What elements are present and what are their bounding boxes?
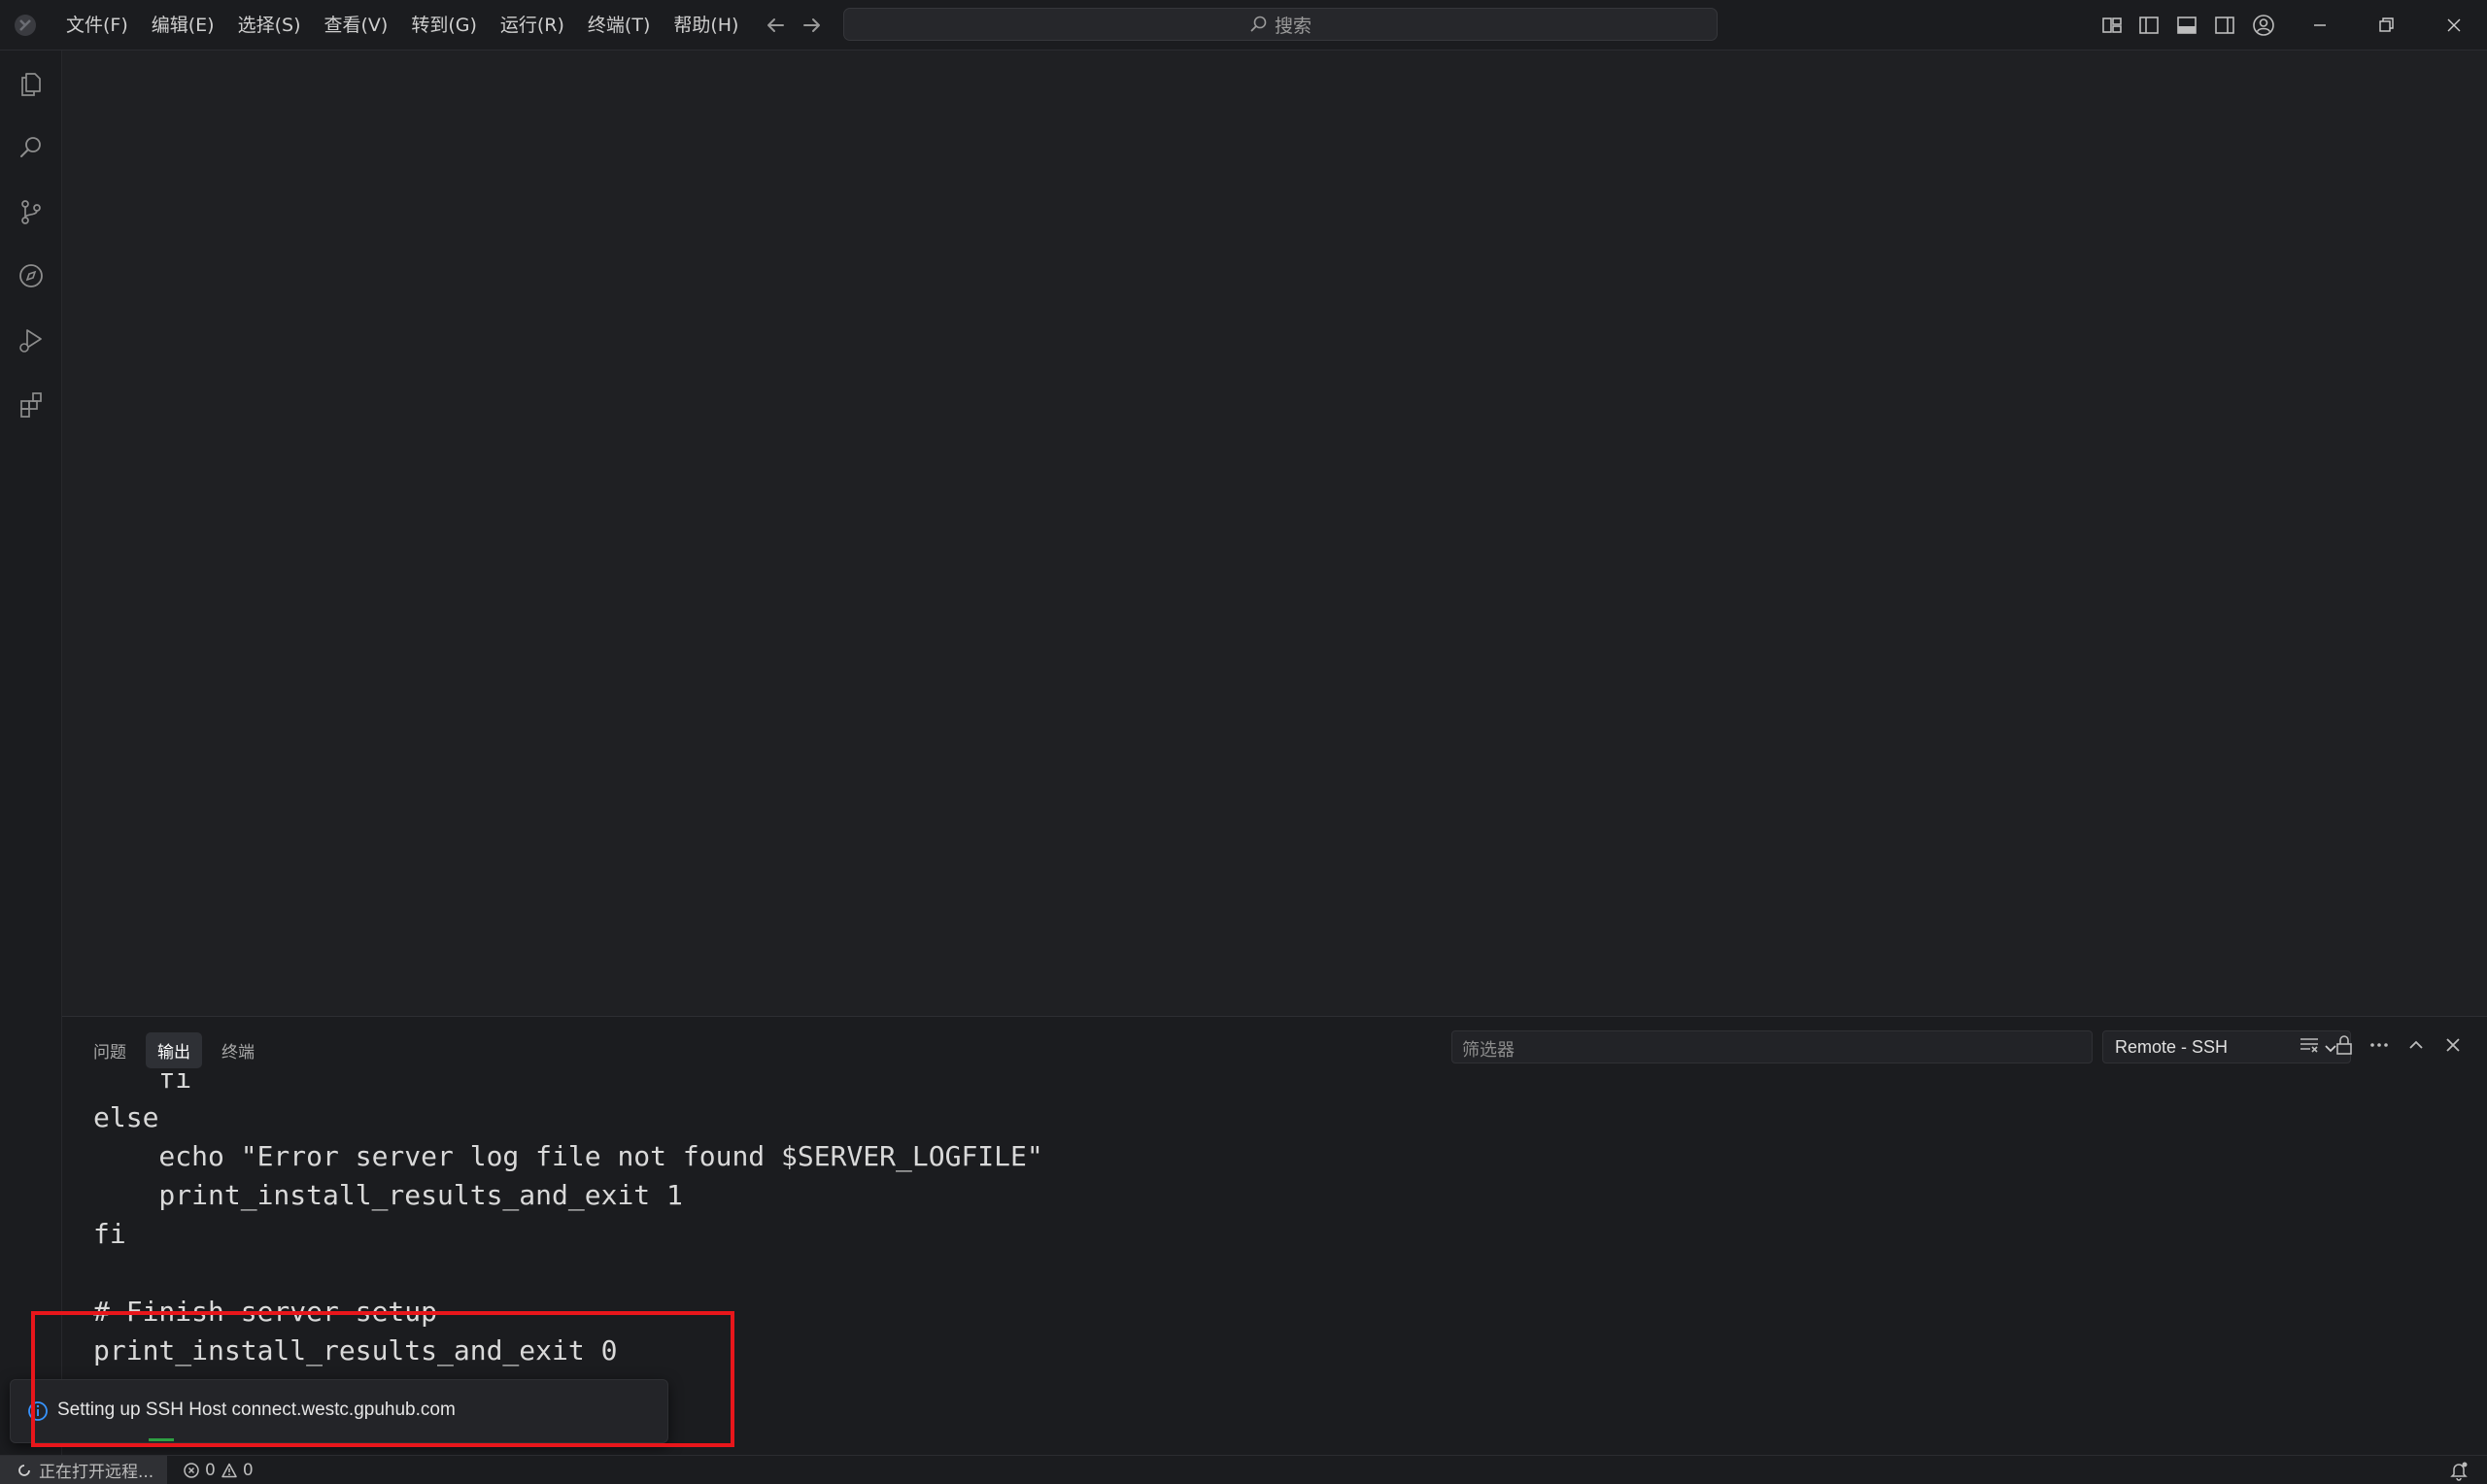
menu-edit[interactable]: 编辑(E) <box>140 0 226 51</box>
extensions-icon[interactable] <box>16 388 47 420</box>
output-line: print_install_results_and_exit 0 <box>93 1334 618 1366</box>
tab-terminal[interactable]: 终端 <box>210 1032 266 1068</box>
tab-output[interactable]: 输出 <box>146 1032 202 1068</box>
run-debug-icon[interactable] <box>16 324 47 355</box>
menu-run[interactable]: 运行(R) <box>489 0 576 51</box>
notifications-bell-icon[interactable] <box>2448 1460 2470 1481</box>
account-icon[interactable] <box>2250 12 2277 39</box>
menu-go[interactable]: 转到(G) <box>399 0 489 51</box>
menu-file[interactable]: 文件(F) <box>54 0 140 51</box>
output-line: echo "Error server log file not found $S… <box>93 1140 1043 1172</box>
menu-terminal[interactable]: 终端(T) <box>576 0 662 51</box>
search-placeholder: 搜索 <box>1274 15 1312 37</box>
loading-spinner-icon <box>18 1464 30 1476</box>
output-line: # Finish server setup <box>93 1296 438 1328</box>
restore-icon[interactable] <box>2370 10 2402 41</box>
output-line: print_install_results_and_exit 1 <box>93 1179 683 1211</box>
minimize-icon[interactable] <box>2304 10 2335 41</box>
app-logo-icon <box>15 15 36 36</box>
notification-message: Setting up SSH Host connect.westc.gpuhub… <box>57 1400 456 1420</box>
clear-output-icon[interactable] <box>2297 1032 2322 1058</box>
search-view-icon[interactable] <box>16 132 47 163</box>
output-channel-value: Remote - SSH <box>2115 1037 2229 1057</box>
remote-status-label: 正在打开远程... <box>39 1463 154 1482</box>
command-center-search[interactable]: 搜索 <box>843 8 1718 41</box>
menu-help[interactable]: 帮助(H) <box>662 0 750 51</box>
back-arrow-icon[interactable] <box>762 12 789 39</box>
forward-arrow-icon[interactable] <box>799 12 826 39</box>
source-control-icon[interactable] <box>16 196 47 227</box>
output-line: else <box>93 1101 159 1133</box>
activity-bar <box>0 51 62 1455</box>
problems-indicator[interactable]: 0 0 <box>183 1456 254 1484</box>
search-icon <box>1250 16 1267 32</box>
toggle-primary-sidebar-icon[interactable] <box>2135 12 2163 39</box>
info-icon <box>28 1401 48 1421</box>
warning-count: 0 <box>242 1460 254 1480</box>
notification-toast[interactable]: Setting up SSH Host connect.westc.gpuhub… <box>10 1379 668 1443</box>
warning-icon <box>221 1463 237 1477</box>
toggle-panel-icon[interactable] <box>2173 12 2200 39</box>
toggle-secondary-sidebar-icon[interactable] <box>2211 12 2238 39</box>
close-panel-icon[interactable] <box>2440 1032 2466 1058</box>
menu-view[interactable]: 查看(V) <box>313 0 400 51</box>
error-count: 0 <box>205 1460 216 1480</box>
panel-tabs: 问题 输出 终端 <box>82 1032 266 1068</box>
title-bar: 文件(F) 编辑(E) 选择(S) 查看(V) 转到(G) 运行(R) 终端(T… <box>0 0 2487 51</box>
close-window-icon[interactable] <box>2438 10 2470 41</box>
more-actions-icon[interactable] <box>2367 1032 2392 1058</box>
output-scrollbar[interactable] <box>2473 1073 2487 1452</box>
lock-scroll-icon[interactable] <box>2332 1032 2357 1058</box>
tab-problems[interactable]: 问题 <box>82 1032 138 1068</box>
output-line: fi <box>93 1218 126 1250</box>
error-icon <box>184 1462 199 1478</box>
editor-area[interactable] <box>62 51 2487 1016</box>
menu-bar: 文件(F) 编辑(E) 选择(S) 查看(V) 转到(G) 运行(R) 终端(T… <box>54 0 750 51</box>
maximize-panel-icon[interactable] <box>2403 1032 2429 1058</box>
notification-progress-bar <box>149 1438 174 1441</box>
output-line: fi <box>93 1073 192 1095</box>
output-filter-input[interactable]: 筛选器 <box>1451 1030 2093 1063</box>
menu-selection[interactable]: 选择(S) <box>226 0 313 51</box>
status-bar: 正在打开远程... 0 0 <box>0 1455 2487 1484</box>
customize-layout-icon[interactable] <box>2098 12 2126 39</box>
remote-explorer-icon[interactable] <box>16 260 47 291</box>
remote-indicator[interactable]: 正在打开远程... <box>0 1456 167 1484</box>
explorer-icon[interactable] <box>16 68 47 99</box>
